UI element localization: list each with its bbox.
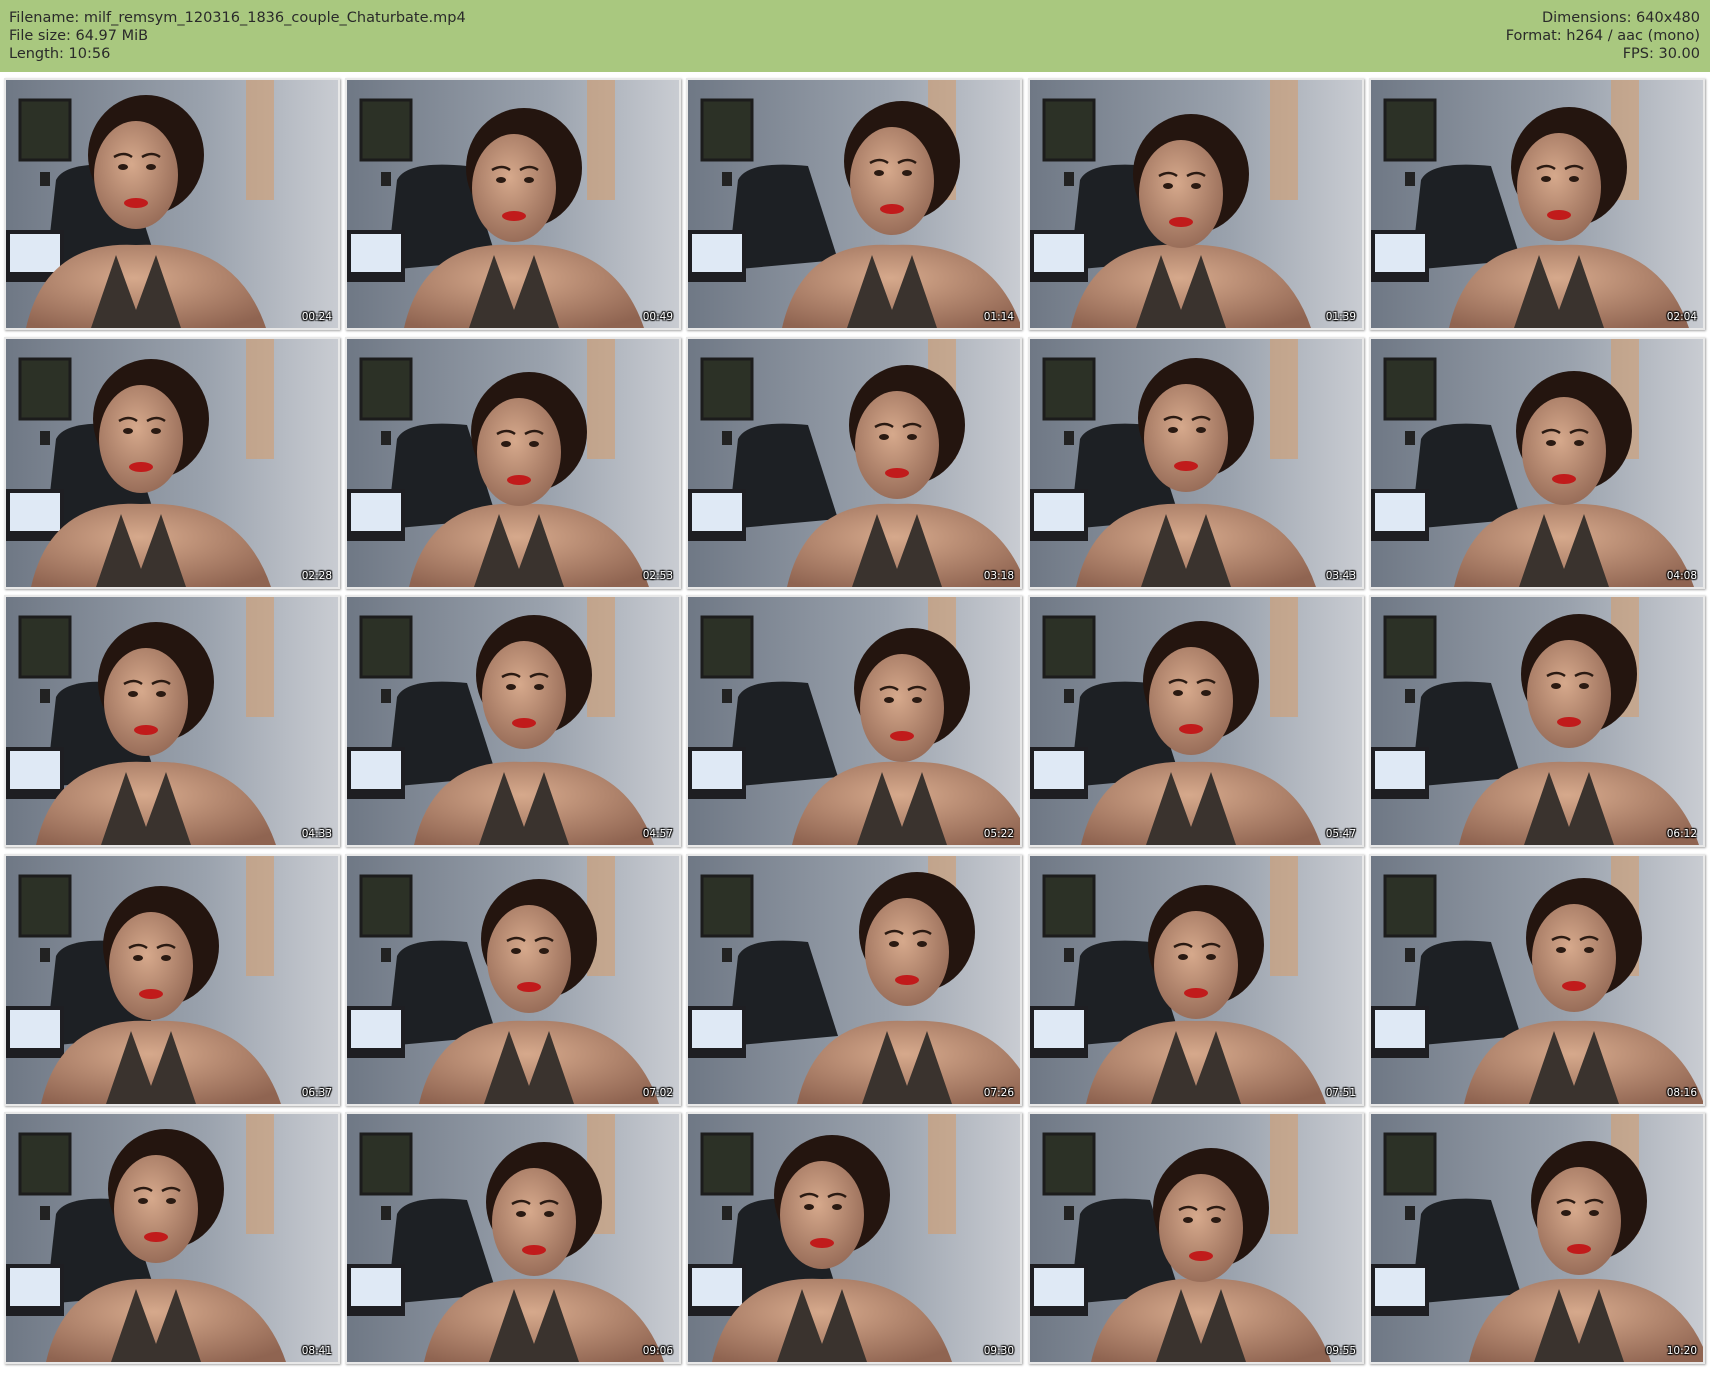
video-thumbnail: 07:51 (1028, 854, 1364, 1106)
thumbnail-timestamp: 01:39 (1325, 311, 1356, 323)
thumbnail-grid: 00:24 00:49 01:14 01:39 02:04 02:28 02:53 03:18… (0, 78, 1710, 1373)
video-info: Dimensions: 640x480 Format: h264 / aac (… (1506, 9, 1700, 63)
video-thumbnail: 02:28 (4, 337, 340, 589)
thumbnail-timestamp: 03:18 (983, 570, 1014, 582)
thumbnail-timestamp: 02:28 (301, 570, 332, 582)
video-thumbnail: 07:02 (345, 854, 681, 1106)
thumbnail-timestamp: 06:37 (301, 1087, 332, 1099)
thumbnail-timestamp: 08:41 (301, 1345, 332, 1357)
thumbnail-timestamp: 04:57 (642, 828, 673, 840)
dimensions-text: Dimensions: 640x480 (1541, 10, 1700, 26)
video-thumbnail: 03:18 (686, 337, 1022, 589)
frame-image (1030, 597, 1362, 845)
thumbnail-timestamp: 07:02 (642, 1087, 673, 1099)
file-info: Filename: milf_remsym_120316_1836_couple… (9, 9, 466, 63)
thumbnail-timestamp: 09:30 (983, 1345, 1014, 1357)
thumbnail-timestamp: 04:08 (1666, 570, 1697, 582)
video-thumbnail: 05:22 (686, 595, 1022, 847)
video-thumbnail: 09:30 (686, 1112, 1022, 1364)
video-thumbnail: 00:24 (4, 78, 340, 330)
frame-image (688, 80, 1020, 328)
video-thumbnail: 01:14 (686, 78, 1022, 330)
frame-image (6, 856, 338, 1104)
frame-image (6, 1114, 338, 1362)
thumbnail-timestamp: 03:43 (1325, 570, 1356, 582)
video-thumbnail: 09:06 (345, 1112, 681, 1364)
video-thumbnail: 10:20 (1369, 1112, 1705, 1364)
thumbnail-timestamp: 00:24 (301, 311, 332, 323)
frame-image (688, 856, 1020, 1104)
thumbnail-timestamp: 05:22 (983, 828, 1014, 840)
frame-image (6, 80, 338, 328)
frame-image (688, 339, 1020, 587)
frame-image (1030, 856, 1362, 1104)
fps-text: FPS: 30.00 (1622, 46, 1700, 62)
frame-image (1371, 597, 1703, 845)
frame-image (347, 856, 679, 1104)
thumbnail-timestamp: 00:49 (642, 311, 673, 323)
frame-image (347, 80, 679, 328)
info-header: Filename: milf_remsym_120316_1836_couple… (0, 0, 1710, 72)
frame-image (347, 1114, 679, 1362)
video-thumbnail: 09:55 (1028, 1112, 1364, 1364)
video-thumbnail: 07:26 (686, 854, 1022, 1106)
video-thumbnail: 00:49 (345, 78, 681, 330)
thumbnail-timestamp: 05:47 (1325, 828, 1356, 840)
video-thumbnail: 04:57 (345, 595, 681, 847)
frame-image (1371, 339, 1703, 587)
thumbnail-timestamp: 09:55 (1325, 1345, 1356, 1357)
thumbnail-timestamp: 08:16 (1666, 1087, 1697, 1099)
thumbnail-timestamp: 02:53 (642, 570, 673, 582)
video-thumbnail: 08:41 (4, 1112, 340, 1364)
frame-image (1030, 339, 1362, 587)
frame-image (1371, 856, 1703, 1104)
video-thumbnail: 02:53 (345, 337, 681, 589)
thumbnail-timestamp: 01:14 (983, 311, 1014, 323)
thumbnail-timestamp: 07:26 (983, 1087, 1014, 1099)
thumbnail-timestamp: 06:12 (1666, 828, 1697, 840)
frame-image (6, 339, 338, 587)
frame-image (1371, 80, 1703, 328)
frame-image (1030, 80, 1362, 328)
frame-image (347, 339, 679, 587)
thumbnail-timestamp: 04:33 (301, 828, 332, 840)
video-thumbnail: 06:12 (1369, 595, 1705, 847)
length-text: Length: 10:56 (9, 46, 111, 62)
video-thumbnail: 02:04 (1369, 78, 1705, 330)
video-thumbnail: 08:16 (1369, 854, 1705, 1106)
format-text: Format: h264 / aac (mono) (1505, 28, 1700, 44)
thumbnail-timestamp: 10:20 (1666, 1345, 1697, 1357)
filename-text: Filename: milf_remsym_120316_1836_couple… (9, 10, 466, 26)
thumbnail-timestamp: 07:51 (1325, 1087, 1356, 1099)
video-thumbnail: 01:39 (1028, 78, 1364, 330)
frame-image (6, 597, 338, 845)
video-thumbnail: 04:33 (4, 595, 340, 847)
thumbnail-timestamp: 02:04 (1666, 311, 1697, 323)
frame-image (688, 1114, 1020, 1362)
thumbnail-timestamp: 09:06 (642, 1345, 673, 1357)
frame-image (688, 597, 1020, 845)
video-thumbnail: 03:43 (1028, 337, 1364, 589)
video-thumbnail: 06:37 (4, 854, 340, 1106)
filesize-text: File size: 64.97 MiB (9, 28, 149, 44)
frame-image (1030, 1114, 1362, 1362)
frame-image (1371, 1114, 1703, 1362)
video-thumbnail: 05:47 (1028, 595, 1364, 847)
video-thumbnail: 04:08 (1369, 337, 1705, 589)
frame-image (347, 597, 679, 845)
